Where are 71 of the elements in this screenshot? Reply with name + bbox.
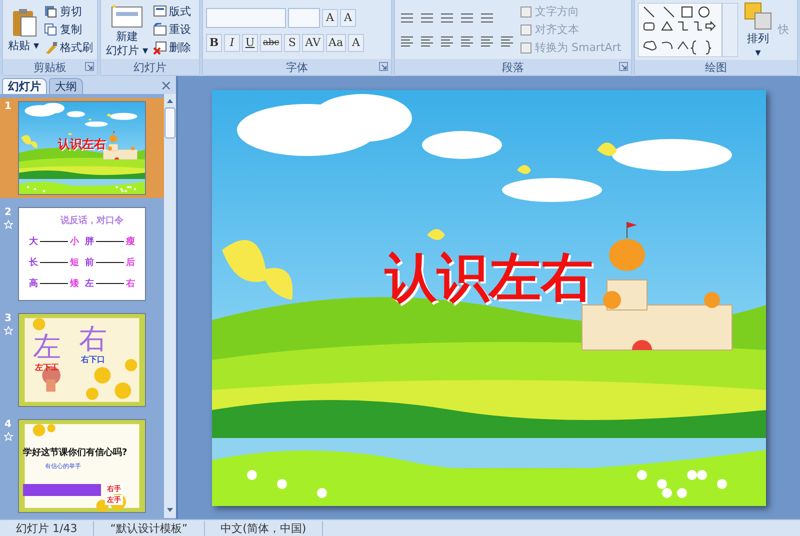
pane-tab[interactable]: 大纲: [49, 78, 83, 94]
slide-title: 说反话，对口令: [59, 214, 124, 227]
chinese-character: 右: [79, 324, 107, 354]
slide-number: 4: [4, 419, 12, 430]
group-label: 字体: [286, 60, 308, 74]
command-icon: [153, 40, 168, 54]
command-icon: [153, 4, 168, 18]
star-icon[interactable]: [4, 220, 12, 229]
slide-title: 认识左右: [56, 136, 107, 154]
arrange-icon[interactable]: [743, 1, 773, 31]
chinese-character: 左: [33, 332, 61, 362]
word-pair: 胖 瘦: [85, 235, 135, 248]
slide-list-item[interactable]: 2 说反话，对口令 大 小 胖 瘦 长 短 前 后 高 矮 左 右: [0, 204, 164, 304]
ribbon-command[interactable]: 重设: [153, 22, 192, 38]
format-button[interactable]: S: [284, 34, 300, 52]
format-button[interactable]: Aa: [326, 34, 346, 52]
format-button[interactable]: U: [242, 34, 258, 52]
new-slide-icon[interactable]: [110, 2, 144, 28]
status-text: 幻灯片 1/43: [0, 520, 94, 536]
font-size-field[interactable]: [288, 8, 320, 28]
align-icon[interactable]: [438, 34, 456, 50]
status-text: “默认设计模板”: [94, 520, 205, 536]
format-button[interactable]: B: [206, 34, 222, 52]
slide-thumbnail[interactable]: 说反话，对口令 大 小 胖 瘦 长 短 前 后 高 矮 左 右: [18, 207, 146, 301]
align-icon[interactable]: [478, 34, 496, 50]
format-button[interactable]: abc: [260, 34, 282, 52]
word-pair: 左 右: [85, 278, 135, 290]
status-text: 中文(简体，中国): [204, 520, 324, 536]
star-icon[interactable]: [4, 432, 12, 441]
command-icon: [44, 22, 58, 36]
grow-font-button[interactable]: A: [322, 8, 338, 26]
format-button[interactable]: AV: [302, 34, 324, 52]
format-button[interactable]: A: [348, 34, 364, 52]
ribbon-command[interactable]: 复制: [44, 22, 94, 38]
close-button[interactable]: ×: [160, 78, 172, 94]
star-icon[interactable]: [4, 326, 12, 335]
group-label: 幻灯片: [134, 60, 166, 74]
align-icon[interactable]: [398, 34, 416, 50]
ribbon-command[interactable]: 格式刷: [44, 40, 94, 56]
ribbon-command[interactable]: 剪切: [44, 4, 94, 20]
slide-number: 2: [4, 207, 12, 218]
character-hint: 右下口: [81, 354, 105, 365]
group-label: 剪贴板: [34, 60, 66, 74]
dialog-launcher-icon[interactable]: [85, 62, 94, 71]
word-pair: 高 矮: [29, 277, 79, 290]
group-label: 绘图: [705, 60, 727, 75]
slide-title: 认识左右: [384, 247, 594, 310]
group-label: 段落: [502, 60, 524, 74]
slide-number: 3: [4, 313, 12, 324]
align-icon[interactable]: [418, 34, 436, 50]
command-icon: [44, 40, 58, 54]
ribbon-command[interactable]: 删除: [153, 40, 192, 56]
command-icon: [153, 22, 168, 36]
word-pair: 大 小: [29, 235, 79, 248]
word-pair: 前 后: [85, 256, 135, 269]
pane-tab[interactable]: 幻灯片: [2, 78, 47, 94]
dialog-launcher-icon[interactable]: [619, 62, 628, 71]
paste-icon[interactable]: [10, 8, 37, 38]
shrink-font-button[interactable]: A: [340, 8, 356, 26]
command-icon: [44, 4, 58, 18]
slide-number: 1: [4, 101, 12, 112]
arrange-button[interactable]: 排列 ▾: [741, 0, 775, 60]
align-icon[interactable]: [498, 34, 516, 50]
dialog-launcher-icon[interactable]: [379, 62, 388, 71]
ribbon-command[interactable]: 版式: [153, 4, 192, 20]
format-button[interactable]: I: [224, 34, 240, 52]
word-pair: 长 短: [29, 256, 79, 269]
paste-button[interactable]: 粘贴 ▾: [6, 6, 42, 52]
align-icon[interactable]: [458, 34, 476, 50]
font-name-field[interactable]: [206, 8, 286, 28]
new-slide-button[interactable]: 新建 幻灯片 ▾: [104, 2, 150, 58]
